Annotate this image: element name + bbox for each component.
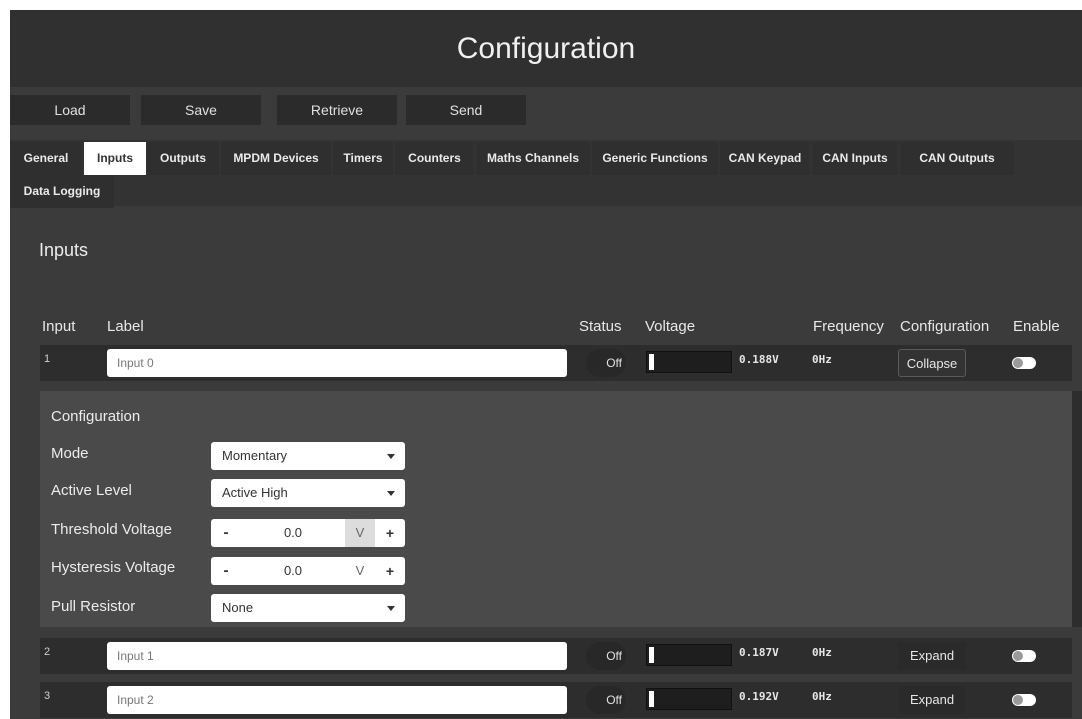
hysteresis-voltage-label: Hysteresis Voltage	[51, 559, 176, 576]
column-header-label: Label	[107, 318, 144, 335]
section-title: Inputs	[39, 240, 89, 260]
retrieve-button[interactable]: Retrieve	[277, 95, 397, 125]
voltage-bar	[646, 688, 732, 710]
toggle-knob	[1013, 651, 1023, 661]
row-number: 3	[44, 690, 51, 702]
input-row-1: 1 Input 0 Off 0.188V 0Hz Collapse	[40, 345, 1072, 381]
config-panel-title: Configuration	[51, 408, 141, 425]
voltage-readout: 0.187V	[739, 646, 779, 659]
frequency-readout: 0Hz	[812, 353, 832, 366]
column-header-input: Input	[42, 318, 76, 335]
hysteresis-voltage-stepper: - 0.0 V +	[211, 557, 405, 585]
tab-can-outputs[interactable]: CAN Outputs	[900, 142, 1014, 175]
pull-resistor-label: Pull Resistor	[51, 598, 136, 615]
threshold-increment-button[interactable]: +	[375, 519, 405, 547]
panel-edge	[1072, 391, 1082, 627]
voltage-bar	[646, 644, 732, 666]
voltage-bar-fill	[649, 647, 654, 663]
configuration-panel: Configuration Mode Momentary Active Leve…	[40, 391, 1072, 627]
column-header-enable: Enable	[1013, 318, 1060, 335]
expand-button[interactable]: Expand	[898, 642, 966, 670]
mode-label: Mode	[51, 445, 89, 462]
toolbar: Load Save Retrieve Send	[10, 95, 1082, 125]
tab-data-logging[interactable]: Data Logging	[10, 175, 114, 208]
load-button[interactable]: Load	[10, 95, 130, 125]
tab-generic-functions[interactable]: Generic Functions	[592, 142, 718, 175]
tab-can-keypad[interactable]: CAN Keypad	[720, 142, 810, 175]
frequency-readout: 0Hz	[812, 690, 832, 703]
header: Configuration	[10, 10, 1082, 87]
tab-maths-channels[interactable]: Maths Channels	[476, 142, 590, 175]
voltage-bar-fill	[649, 691, 654, 707]
row-number: 1	[44, 353, 51, 365]
tab-can-inputs[interactable]: CAN Inputs	[812, 142, 898, 175]
threshold-voltage-label: Threshold Voltage	[51, 521, 172, 538]
tab-bar: General Inputs Outputs MPDM Devices Time…	[10, 140, 1082, 208]
threshold-unit: V	[345, 519, 375, 547]
hysteresis-voltage-input[interactable]: 0.0	[241, 557, 345, 585]
voltage-readout: 0.192V	[739, 690, 779, 703]
input-row-2: 2 Input 1 Off 0.187V 0Hz Expand	[40, 638, 1072, 674]
frequency-readout: 0Hz	[812, 646, 832, 659]
tab-counters[interactable]: Counters	[395, 142, 474, 175]
enable-toggle[interactable]	[1012, 694, 1036, 706]
threshold-voltage-input[interactable]: 0.0	[241, 519, 345, 547]
configuration-app: Configuration Load Save Retrieve Send Ge…	[10, 10, 1082, 719]
mode-select[interactable]: Momentary	[211, 442, 405, 470]
row-number: 2	[44, 646, 51, 658]
toggle-knob	[1013, 695, 1023, 705]
tab-inputs[interactable]: Inputs	[84, 142, 146, 175]
hysteresis-unit: V	[355, 563, 365, 578]
caret-down-icon	[387, 491, 395, 496]
tab-timers[interactable]: Timers	[333, 142, 393, 175]
tab-general[interactable]: General	[10, 142, 82, 175]
active-level-select-value: Active High	[222, 485, 288, 500]
collapse-button[interactable]: Collapse	[898, 349, 966, 377]
page-title: Configuration	[456, 32, 636, 65]
enable-toggle[interactable]	[1012, 650, 1036, 662]
send-button[interactable]: Send	[406, 95, 526, 125]
mode-select-value: Momentary	[222, 448, 288, 463]
column-header-status: Status	[579, 318, 622, 335]
tab-mpdm-devices[interactable]: MPDM Devices	[221, 142, 331, 175]
hysteresis-increment-button[interactable]: +	[375, 557, 405, 585]
status-indicator: Off	[586, 349, 626, 377]
threshold-decrement-button[interactable]: -	[211, 519, 241, 547]
voltage-readout: 0.188V	[739, 353, 779, 366]
active-level-select[interactable]: Active High	[211, 479, 405, 507]
tab-outputs[interactable]: Outputs	[147, 142, 219, 175]
voltage-bar-fill	[649, 354, 654, 370]
pull-resistor-select-value: None	[222, 600, 254, 615]
active-level-label: Active Level	[51, 482, 132, 499]
column-header-frequency: Frequency	[813, 318, 884, 335]
toggle-knob	[1013, 358, 1023, 368]
column-header-voltage: Voltage	[645, 318, 696, 335]
label-input[interactable]: Input 0	[107, 349, 567, 377]
status-indicator: Off	[586, 686, 626, 714]
save-button[interactable]: Save	[141, 95, 261, 125]
caret-down-icon	[387, 606, 395, 611]
column-header-configuration: Configuration	[900, 318, 990, 335]
caret-down-icon	[387, 454, 395, 459]
input-row-3: 3 Input 2 Off 0.192V 0Hz Expand	[40, 682, 1072, 718]
threshold-voltage-stepper: - 0.0 V +	[211, 519, 405, 547]
expand-button[interactable]: Expand	[898, 686, 966, 714]
pull-resistor-select[interactable]: None	[211, 594, 405, 622]
status-indicator: Off	[586, 642, 626, 670]
label-input[interactable]: Input 1	[107, 642, 567, 670]
hysteresis-decrement-button[interactable]: -	[211, 557, 241, 585]
enable-toggle[interactable]	[1012, 357, 1036, 369]
voltage-bar	[646, 351, 732, 373]
label-input[interactable]: Input 2	[107, 686, 567, 714]
